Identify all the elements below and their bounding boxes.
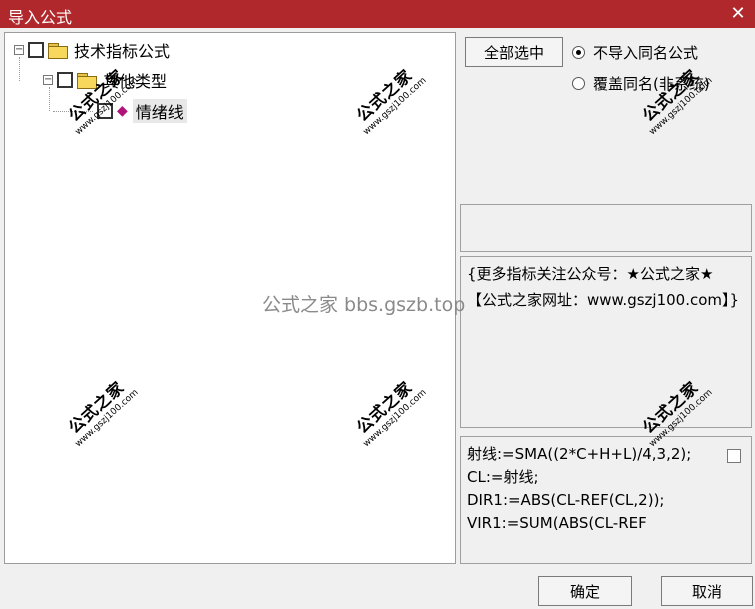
child-checkbox[interactable] — [57, 72, 73, 88]
description-panel: {更多指标关注公众号：★公式之家★ 【公式之家网址：www.gszj100.co… — [460, 256, 752, 428]
folder-icon — [77, 72, 97, 89]
tree-node-child[interactable]: − 其他类型 — [43, 69, 167, 91]
radio-unselected-icon — [572, 77, 585, 90]
close-icon[interactable]: ✕ — [721, 0, 755, 28]
window-title: 导入公式 — [8, 8, 73, 27]
radio-no-import[interactable]: 不导入同名公式 — [572, 42, 698, 63]
formula-tree[interactable]: − 技术指标公式 − 其他类型 ◆ 情绪线 — [4, 32, 456, 564]
tree-node-label: 情绪线 — [132, 99, 187, 123]
title-bar: 导入公式 ✕ — [0, 0, 755, 28]
radio-label: 覆盖同名(非系统) — [593, 75, 710, 93]
code-preview-panel[interactable]: 射线:=SMA((2*C+H+L)/4,3,2); CL:=射线; DIR1:=… — [460, 436, 752, 564]
ok-button[interactable]: 确定 — [538, 576, 632, 606]
preview-checkbox[interactable] — [727, 449, 741, 463]
radio-label: 不导入同名公式 — [593, 44, 699, 62]
root-checkbox[interactable] — [28, 42, 44, 58]
tree-line — [53, 111, 93, 112]
radio-overwrite[interactable]: 覆盖同名(非系统) — [572, 73, 710, 94]
code-preview-text: 射线:=SMA((2*C+H+L)/4,3,2); CL:=射线; DIR1:=… — [467, 445, 692, 532]
tree-node-label: 其他类型 — [103, 72, 168, 91]
description-text: {更多指标关注公众号：★公式之家★ 【公式之家网址：www.gszj100.co… — [467, 265, 740, 309]
radio-selected-icon — [572, 46, 585, 59]
collapse-icon[interactable]: − — [43, 75, 53, 85]
info-panel — [460, 204, 752, 252]
watermark: 公式之家 www.gszj100.com — [638, 65, 715, 138]
cancel-button[interactable]: 取消 — [661, 576, 753, 606]
folder-icon — [48, 42, 68, 59]
select-all-button[interactable]: 全部选中 — [465, 37, 563, 67]
indicator-icon: ◆ — [117, 103, 128, 119]
tree-node-label: 技术指标公式 — [74, 42, 171, 61]
leaf-checkbox[interactable] — [97, 103, 113, 119]
tree-node-leaf[interactable]: ◆ 情绪线 — [97, 99, 187, 123]
collapse-icon[interactable]: − — [14, 45, 24, 55]
tree-node-root[interactable]: − 技术指标公式 — [14, 39, 170, 61]
